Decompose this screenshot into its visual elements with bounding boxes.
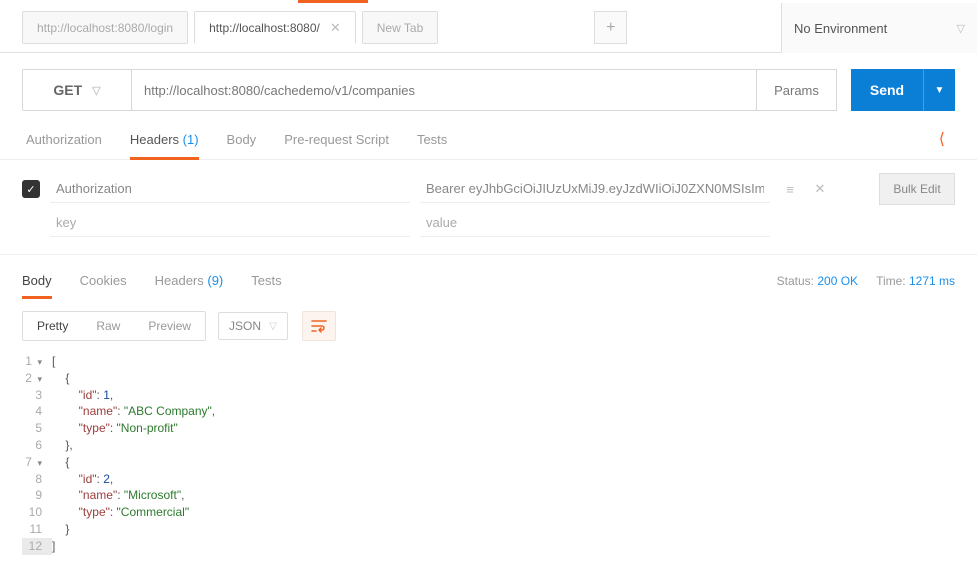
tab-root[interactable]: http://localhost:8080/ ✕ [194, 11, 356, 44]
chevron-down-icon: ▽ [92, 84, 100, 97]
chevron-down-icon: ▽ [957, 22, 965, 35]
resp-tab-tests[interactable]: Tests [251, 273, 281, 299]
new-tab-button[interactable]: + [594, 11, 627, 44]
bulk-edit-button[interactable]: Bulk Edit [879, 173, 955, 205]
close-icon[interactable]: ✕ [330, 20, 341, 36]
header-value-input[interactable] [420, 209, 770, 237]
tab-label: http://localhost:8080/login [37, 21, 173, 35]
checkbox-checked[interactable]: ✓ [22, 180, 40, 198]
header-row: ✓ ≡ ✕ Bulk Edit [22, 172, 955, 206]
tab-prerequest[interactable]: Pre-request Script [284, 132, 389, 157]
tab-login[interactable]: http://localhost:8080/login [22, 11, 188, 44]
status-label: Status: 200 OK [777, 274, 858, 288]
format-select[interactable]: JSON ▽ [218, 312, 288, 340]
tab-label: http://localhost:8080/ [209, 21, 320, 35]
send-button[interactable]: Send [851, 69, 923, 111]
method-select[interactable]: GET ▽ [22, 69, 132, 111]
row-menu-icon[interactable]: ≡ [780, 182, 800, 197]
wrap-icon [311, 319, 327, 333]
url-input[interactable] [132, 69, 757, 111]
resp-tab-cookies[interactable]: Cookies [80, 273, 127, 299]
view-raw[interactable]: Raw [82, 312, 134, 340]
close-icon[interactable]: ✕ [810, 181, 830, 197]
time-label: Time: 1271 ms [876, 274, 955, 288]
chevron-down-icon: ▼ [935, 85, 945, 96]
format-label: JSON [229, 319, 261, 333]
header-row-new [22, 206, 955, 240]
method-label: GET [53, 82, 82, 98]
header-value-input[interactable] [420, 175, 770, 203]
tab-headers[interactable]: Headers (1) [130, 132, 199, 160]
environment-selector[interactable]: No Environment ▽ [781, 3, 977, 53]
resp-tab-body[interactable]: Body [22, 273, 52, 299]
resp-tab-headers[interactable]: Headers (9) [155, 273, 224, 299]
chevron-down-icon: ▽ [269, 321, 277, 332]
environment-label: No Environment [794, 21, 887, 36]
send-dropdown[interactable]: ▼ [923, 69, 955, 111]
tab-label: New Tab [377, 21, 423, 35]
view-preview[interactable]: Preview [134, 312, 205, 340]
tab-body[interactable]: Body [227, 132, 257, 157]
header-key-input[interactable] [50, 209, 410, 237]
code-icon[interactable]: ⟨ [939, 129, 951, 149]
tab-authorization[interactable]: Authorization [26, 132, 102, 157]
view-pretty[interactable]: Pretty [23, 312, 82, 340]
response-body[interactable]: 1 ▾[2 ▾ {3 "id": 1,4 "name": "ABC Compan… [0, 353, 977, 575]
header-key-input[interactable] [50, 175, 410, 203]
view-mode-segment: Pretty Raw Preview [22, 311, 206, 341]
wrap-lines-button[interactable] [302, 311, 336, 341]
params-button[interactable]: Params [757, 69, 837, 111]
tab-tests[interactable]: Tests [417, 132, 447, 157]
tab-new[interactable]: New Tab [362, 11, 438, 44]
